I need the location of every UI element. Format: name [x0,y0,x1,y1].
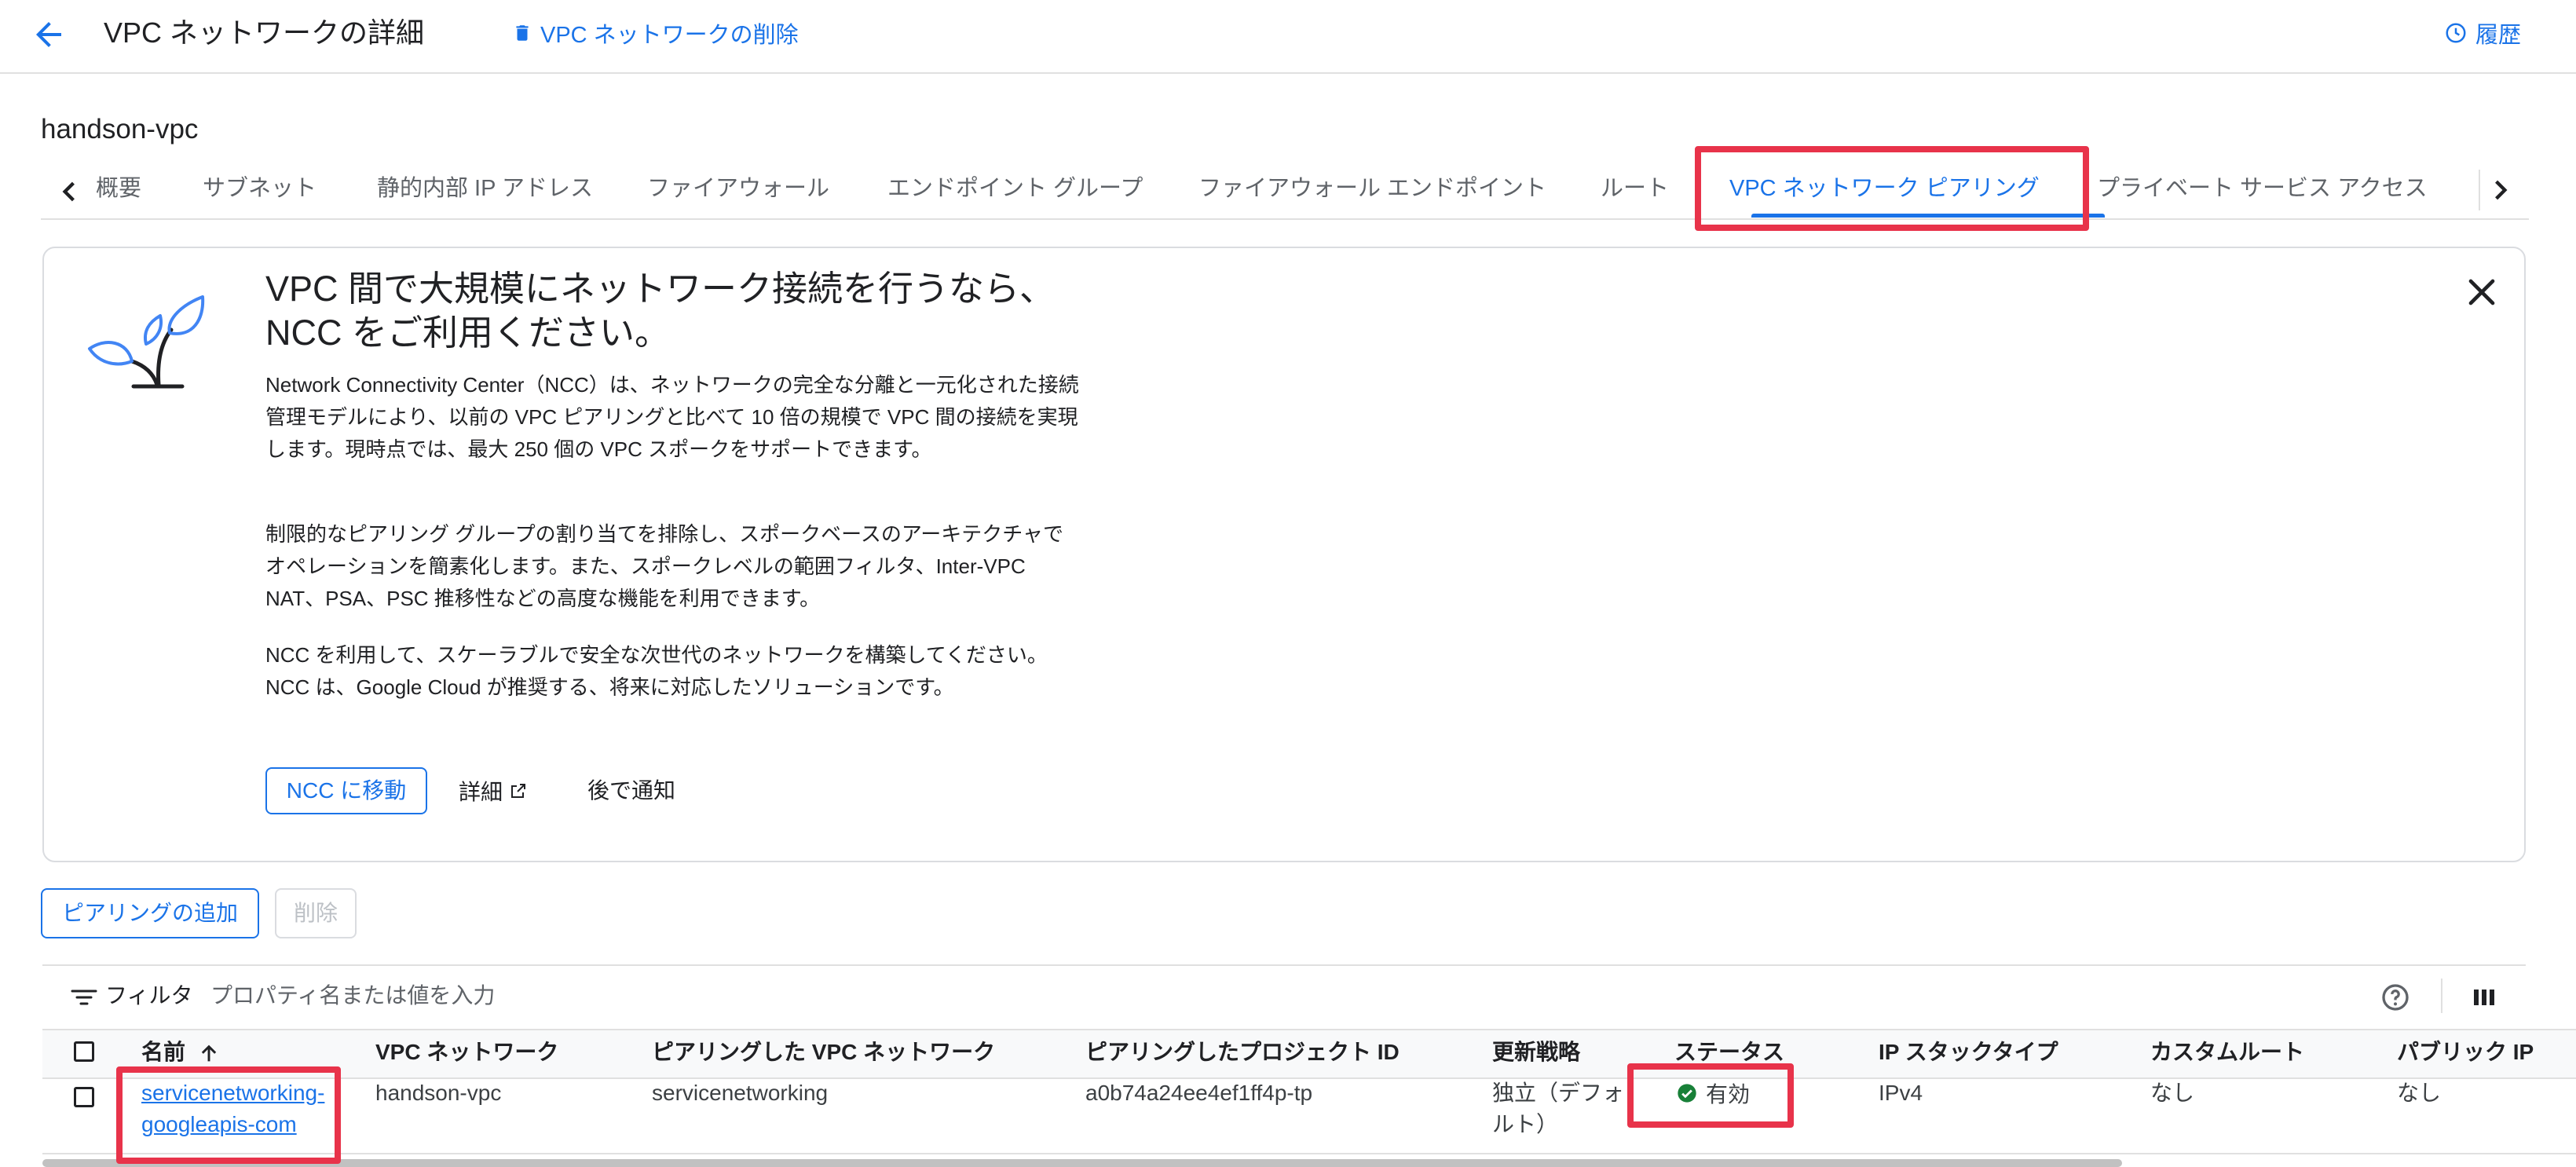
history-label: 履歴 [2475,23,2522,48]
banner-heading: VPC 間で大規模にネットワーク接続を行うなら、NCC をご利用ください。 [265,269,1056,353]
horizontal-scrollbar[interactable] [42,1159,2122,1167]
column-display-icon[interactable] [2471,985,2497,1010]
tab-firewall-endpoints[interactable]: ファイアウォール エンドポイント [1198,149,1546,218]
cell-update-strategy: 独立（デフォ ルト） [1492,1077,1624,1140]
filter-input[interactable]: プロパティ名または値を入力 [210,979,495,1013]
cell-status: 有効 [1676,1077,1750,1109]
check-circle-icon [1676,1082,1698,1104]
sprout-icon [85,292,210,418]
update-strategy-line-2: ルト） [1492,1112,1559,1136]
cell-custom-routes: なし [2150,1081,2195,1105]
column-header-status[interactable]: ステータス [1674,1029,1784,1076]
tab-routes[interactable]: ルート [1601,149,1669,218]
page-title: VPC ネットワークの詳細 [104,16,425,49]
tab-scroll-right-button[interactable] [2479,170,2521,210]
tab-private-service-access[interactable]: プライベート サービス アクセス [2097,149,2428,218]
column-header-name-label: 名前 [141,1040,186,1064]
row-divider [42,1153,2576,1154]
column-header-custom-routes[interactable]: カスタムルート [2150,1029,2304,1076]
active-tab-indicator [1751,214,2105,218]
cell-ip-stack: IPv4 [1879,1081,1923,1105]
column-header-vpc-network[interactable]: VPC ネットワーク [375,1029,558,1076]
banner-paragraph-1: Network Connectivity Center（NCC）は、ネットワーク… [265,373,1079,461]
column-header-public-ip[interactable]: パブリック IP [2397,1029,2534,1076]
column-header-update-strategy[interactable]: 更新戦略 [1492,1029,1580,1076]
tab-subnets[interactable]: サブネット [203,149,317,218]
column-header-peer-project[interactable]: ピアリングしたプロジェクト ID [1085,1029,1400,1076]
banner-paragraph-3: NCC を利用して、スケーラブルで安全な次世代のネットワークを構築してください。… [265,643,1048,699]
cell-public-ip: なし [2397,1081,2442,1105]
cell-vpc-network: handson-vpc [375,1081,502,1105]
network-name-heading: handson-vpc [41,114,199,145]
sort-ascending-icon [198,1043,220,1065]
column-header-name[interactable]: 名前 [141,1029,220,1076]
details-link-label: 詳細 [459,780,503,804]
peering-name-line-2: googleapis-com [141,1112,297,1136]
delete-network-label: VPC ネットワークの削除 [540,23,799,48]
details-link[interactable]: 詳細 [459,767,528,814]
tab-scroll-left-button[interactable] [49,171,90,212]
filter-icon [71,986,97,1008]
status-label: 有効 [1706,1082,1751,1107]
peering-name-link[interactable]: servicenetworking- googleapis-com [141,1077,324,1140]
cell-peer-project: a0b74a24ee4ef1ff4p-tp [1085,1081,1313,1105]
tab-overview[interactable]: 概要 [96,149,141,218]
close-icon[interactable] [2460,270,2504,314]
tab-endpoint-groups[interactable]: エンドポイント グループ [887,149,1143,218]
filter-label: フィルタ [105,983,193,1008]
column-header-peer-network[interactable]: ピアリングした VPC ネットワーク [652,1029,995,1076]
remind-later-button[interactable]: 後で通知 [587,767,675,814]
select-all-checkbox[interactable] [74,1041,94,1062]
help-icon[interactable] [2380,982,2411,1013]
history-button[interactable]: 履歴 [2444,14,2521,52]
tab-static-internal-ip[interactable]: 静的内部 IP アドレス [377,149,593,218]
peering-name-line-1: servicenetworking- [141,1081,325,1105]
clock-icon [2444,21,2468,45]
back-arrow-icon[interactable] [30,16,68,53]
tab-firewall[interactable]: ファイアウォール [647,149,829,218]
delete-peering-button[interactable]: 削除 [275,888,357,938]
cell-peer-network: servicenetworking [652,1081,829,1105]
tab-bar: 概要 サブネット 静的内部 IP アドレス ファイアウォール エンドポイント グ… [41,149,2529,220]
tab-vpc-network-peering[interactable]: VPC ネットワーク ピアリング [1729,149,2040,218]
go-to-ncc-button[interactable]: NCC に移動 [265,767,427,814]
update-strategy-line-1: 独立（デフォ [1492,1081,1625,1105]
banner-paragraph-2: 制限的なピアリング グループの割り当てを排除し、スポークベースのアーキテクチャで… [265,522,1064,610]
row-checkbox[interactable] [74,1087,94,1107]
toolbar-divider [2441,979,2442,1013]
trash-icon [512,21,532,45]
column-header-ip-stack[interactable]: IP スタックタイプ [1879,1029,2058,1076]
delete-network-button[interactable]: VPC ネットワークの削除 [512,14,799,52]
add-peering-button[interactable]: ピアリングの追加 [41,888,259,938]
external-link-icon [509,781,528,800]
